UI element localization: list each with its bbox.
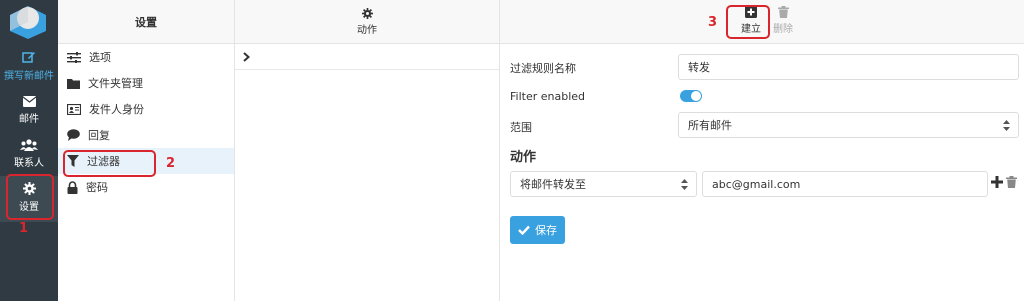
compose-icon bbox=[22, 52, 35, 63]
settings-item-identities[interactable]: 发件人身份 bbox=[58, 96, 234, 122]
select-caret-icon bbox=[1003, 120, 1010, 131]
rail-compose-label: 撰写新邮件 bbox=[4, 71, 54, 82]
lock-icon bbox=[67, 180, 78, 194]
sliders-icon bbox=[67, 51, 81, 63]
settings-item-password[interactable]: 密码 bbox=[58, 174, 234, 200]
rail-mail-label: 邮件 bbox=[19, 114, 39, 125]
delete-button-label: 删除 bbox=[773, 24, 793, 35]
annotation-box-1 bbox=[6, 174, 54, 220]
actions-section-title: 动作 bbox=[510, 150, 537, 165]
annotation-box-3 bbox=[726, 5, 770, 39]
scope-select[interactable]: 所有邮件 bbox=[678, 112, 1019, 138]
trash-icon bbox=[777, 6, 789, 18]
settings-item-replies[interactable]: 回复 bbox=[58, 122, 234, 148]
action-select[interactable]: 将邮件转发至 bbox=[510, 171, 697, 197]
settings-item-label: 密码 bbox=[86, 181, 108, 194]
action-value: 将邮件转发至 bbox=[520, 178, 586, 191]
rail-contacts-label: 联系人 bbox=[14, 158, 44, 169]
annotation-number-3: 3 bbox=[708, 15, 718, 30]
settings-item-label: 回复 bbox=[88, 129, 110, 142]
list-actions-label: 动作 bbox=[357, 24, 377, 36]
id-card-icon bbox=[67, 103, 81, 115]
delete-button[interactable]: 删除 bbox=[768, 6, 798, 35]
envelope-icon bbox=[22, 96, 36, 107]
app-logo bbox=[10, 6, 46, 39]
rule-name-input[interactable]: 转发 bbox=[678, 54, 1019, 80]
rail-contacts[interactable]: 联系人 bbox=[0, 139, 58, 169]
folder-icon bbox=[67, 78, 80, 89]
settings-title: 设置 bbox=[58, 0, 234, 44]
gear-icon bbox=[361, 7, 373, 19]
rule-name-label: 过滤规则名称 bbox=[510, 62, 576, 75]
save-button[interactable]: 保存 bbox=[510, 216, 565, 244]
filter-list-row[interactable] bbox=[235, 44, 499, 70]
left-rail: 撰写新邮件 邮件 联系人 设置 bbox=[0, 0, 58, 301]
scope-label: 范围 bbox=[510, 121, 532, 134]
filter-enabled-label: Filter enabled bbox=[510, 90, 586, 103]
forward-address-input[interactable]: abc@gmail.com bbox=[702, 171, 988, 197]
forward-address-value: abc@gmail.com bbox=[712, 177, 801, 191]
remove-action-icon[interactable] bbox=[1006, 176, 1017, 188]
settings-item-options[interactable]: 选项 bbox=[58, 44, 234, 70]
settings-item-label: 文件夹管理 bbox=[88, 77, 143, 90]
rail-mail[interactable]: 邮件 bbox=[0, 96, 58, 125]
annotation-number-1: 1 bbox=[19, 221, 29, 236]
checkmark-icon bbox=[518, 225, 530, 235]
scope-value: 所有邮件 bbox=[688, 119, 732, 132]
users-icon bbox=[20, 139, 38, 151]
filter-list-column: 动作 bbox=[235, 0, 500, 301]
select-caret-icon bbox=[681, 179, 688, 190]
settings-item-label: 选项 bbox=[89, 51, 111, 64]
filter-enabled-toggle[interactable] bbox=[680, 90, 702, 102]
chevron-right-icon bbox=[243, 51, 250, 62]
rule-name-value: 转发 bbox=[688, 61, 710, 74]
filter-editor: 建立 删除 过滤规则名称 转发 Filter enabled 范围 所有邮件 动… bbox=[500, 0, 1024, 301]
annotation-box-2 bbox=[63, 150, 156, 177]
list-actions-button[interactable]: 动作 bbox=[235, 0, 499, 44]
add-action-icon[interactable] bbox=[991, 176, 1003, 188]
rail-compose[interactable]: 撰写新邮件 bbox=[0, 50, 58, 82]
save-button-label: 保存 bbox=[535, 224, 557, 237]
comment-icon bbox=[67, 129, 80, 141]
annotation-number-2: 2 bbox=[166, 156, 176, 171]
settings-item-label: 发件人身份 bbox=[89, 103, 144, 116]
settings-item-folders[interactable]: 文件夹管理 bbox=[58, 70, 234, 96]
action-row-controls bbox=[991, 176, 1017, 188]
